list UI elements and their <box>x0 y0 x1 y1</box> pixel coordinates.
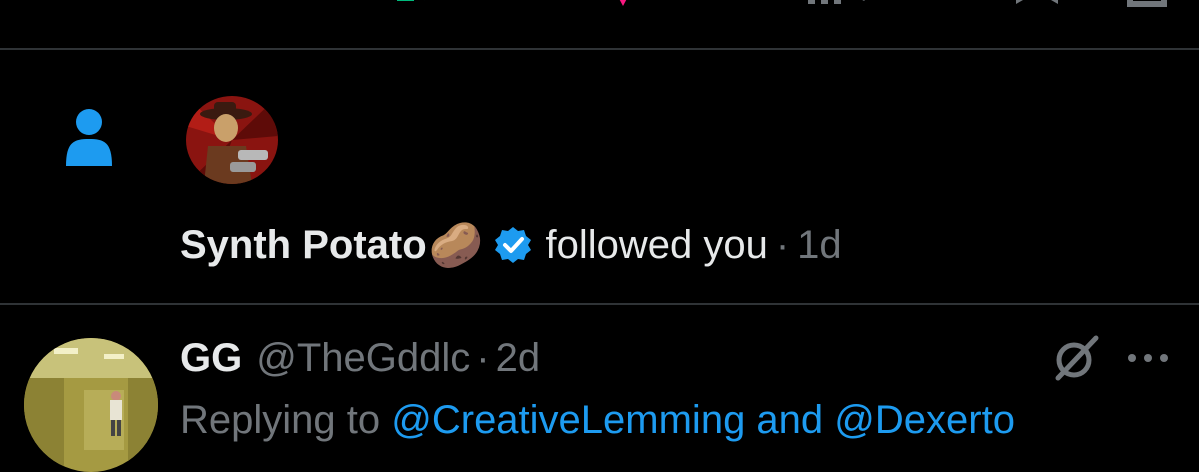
bookmark-icon[interactable] <box>1014 0 1060 8</box>
timestamp[interactable]: 2d <box>496 336 541 381</box>
more-icon[interactable] <box>1126 352 1170 364</box>
author-name[interactable]: GG <box>180 336 242 381</box>
retweet-icon[interactable] <box>392 0 442 8</box>
action-text: followed you <box>545 222 768 267</box>
share-icon[interactable] <box>1126 0 1168 8</box>
reply-icon[interactable] <box>190 0 230 8</box>
views-icon[interactable] <box>806 0 876 8</box>
user-name[interactable]: Synth Potato <box>180 223 427 268</box>
divider <box>0 48 1199 50</box>
avatar[interactable] <box>24 338 158 472</box>
author-handle[interactable]: @TheGddlc <box>256 336 470 381</box>
tweet-header: GG @TheGddlc · 2d <box>180 333 540 383</box>
replying-handles[interactable]: @CreativeLemming and @Dexerto <box>391 398 1015 442</box>
avatar[interactable] <box>186 96 278 184</box>
timestamp: 1d <box>797 222 842 267</box>
replying-to: Replying to @CreativeLemming and @Dexert… <box>180 398 1015 443</box>
separator: · <box>476 335 490 380</box>
separator: · <box>775 222 790 267</box>
replying-prefix: Replying to <box>180 398 381 442</box>
verified-badge-icon <box>495 227 532 263</box>
like-icon[interactable] <box>606 0 640 8</box>
divider <box>0 303 1199 305</box>
grok-icon[interactable] <box>1052 334 1100 382</box>
potato-emoji: 🥔 <box>428 221 484 270</box>
person-icon <box>66 109 112 166</box>
follow-text-line: Synth Potato 🥔 followed you · 1d <box>180 220 842 270</box>
